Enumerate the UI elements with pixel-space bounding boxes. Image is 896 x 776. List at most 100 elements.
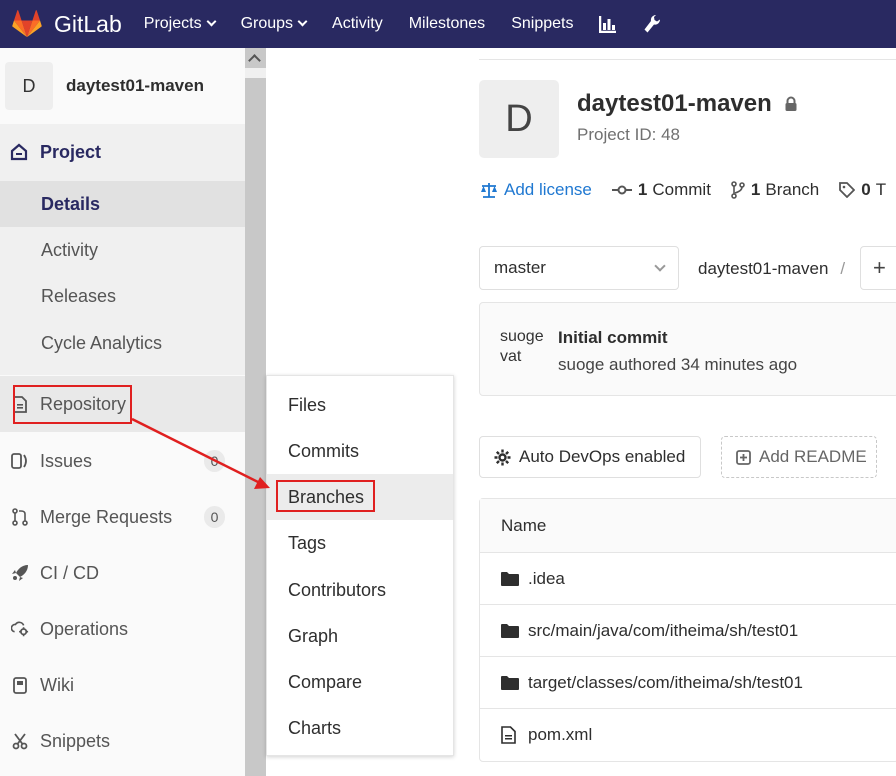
project-id: Project ID: 48: [577, 125, 680, 144]
merge-request-icon: [11, 508, 29, 526]
folder-icon: [501, 623, 519, 638]
repository-flyout-menu: Files Commits Branches Tags Contributors…: [266, 375, 454, 756]
sidebar-item-label: Operations: [40, 618, 129, 639]
file-table-header: Name: [480, 499, 896, 553]
tags-count: 0: [861, 180, 871, 199]
sidebar-item-operations[interactable]: Operations: [0, 601, 245, 657]
chevron-down-icon: [297, 16, 308, 27]
flyout-item-compare[interactable]: Compare: [267, 659, 453, 705]
add-file-button[interactable]: +: [860, 246, 896, 290]
column-name: Name: [501, 515, 547, 535]
project-title: daytest01-maven: [577, 90, 772, 117]
sidebar-item-label: Issues: [40, 450, 93, 471]
nav-snippets[interactable]: Snippets: [511, 15, 573, 33]
sidebar-subitem-releases[interactable]: Releases: [0, 273, 245, 319]
project-avatar: D: [479, 80, 559, 158]
folder-icon: [501, 571, 519, 586]
breadcrumb-separator: /: [840, 259, 846, 278]
add-license-link[interactable]: Add license: [480, 180, 592, 200]
sidebar-subitem-details[interactable]: Details: [0, 181, 245, 227]
table-row[interactable]: pom.xml: [480, 709, 896, 761]
sidebar-subitem-activity[interactable]: Activity: [0, 227, 245, 273]
rocket-icon: [11, 564, 29, 582]
nav-milestones[interactable]: Milestones: [409, 15, 485, 33]
add-readme-label: Add README: [759, 447, 867, 466]
commits-link[interactable]: 1 Commit: [611, 180, 711, 200]
file-name: src/main/java/com/itheima/sh/test01: [528, 620, 799, 640]
nav-activity-label: Activity: [332, 15, 383, 32]
table-row[interactable]: target/classes/com/itheima/sh/test01: [480, 657, 896, 709]
nav-projects[interactable]: Projects: [143, 15, 217, 33]
cloud-gear-icon: [11, 620, 29, 638]
flyout-item-tags[interactable]: Tags: [267, 520, 453, 566]
tag-icon: [839, 182, 856, 198]
flyout-item-charts[interactable]: Charts: [267, 705, 453, 751]
table-row[interactable]: .idea: [480, 553, 896, 605]
sidebar-project-header[interactable]: D daytest01-maven: [0, 48, 245, 124]
add-readme-button[interactable]: Add README: [721, 436, 877, 478]
file-name: pom.xml: [528, 725, 593, 744]
branch-selector[interactable]: master: [479, 246, 679, 290]
tags-link[interactable]: 0T: [839, 180, 886, 200]
sidebar-scrollbar[interactable]: [245, 48, 266, 776]
commit-meta: suoge authored 34 minutes ago: [558, 355, 798, 374]
commits-count: 1: [637, 180, 648, 199]
auto-devops-button[interactable]: Auto DevOps enabled: [479, 436, 701, 478]
nav-milestones-label: Milestones: [408, 15, 486, 32]
file-icon: [501, 726, 519, 744]
nav-projects-label: Projects: [143, 15, 202, 32]
tags-label: T: [875, 180, 887, 199]
page-title: daytest01-maven: [577, 90, 798, 118]
sidebar-item-ci-cd[interactable]: CI / CD: [0, 545, 245, 601]
brand-name: GitLab: [54, 10, 122, 37]
add-license-label: Add license: [504, 180, 592, 199]
flyout-item-graph[interactable]: Graph: [267, 613, 453, 659]
breadcrumb: daytest01-maven /: [698, 259, 845, 279]
count-badge: 0: [204, 506, 225, 528]
file-name: target/classes/com/itheima/sh/test01: [528, 672, 803, 692]
book-icon: [11, 676, 29, 694]
sidebar-subitem-cycle-analytics[interactable]: Cycle Analytics: [0, 320, 245, 366]
branches-link[interactable]: 1 Branch: [731, 180, 819, 200]
nav-groups[interactable]: Groups: [241, 15, 308, 33]
scissors-icon: [11, 732, 29, 750]
sidebar-item-label: Snippets: [40, 730, 111, 751]
gitlab-logo[interactable]: GitLab: [12, 10, 144, 38]
chart-icon[interactable]: [599, 15, 617, 33]
chevron-down-icon: [206, 16, 217, 27]
sidebar-item-issues[interactable]: Issues 0: [0, 433, 245, 489]
file-table: Name .idea src/main/java/com/itheima/sh/…: [479, 498, 896, 762]
commit-title[interactable]: Initial commit: [558, 328, 668, 348]
divider: [479, 59, 896, 60]
flyout-item-files[interactable]: Files: [267, 382, 453, 428]
sidebar-item-wiki[interactable]: Wiki: [0, 657, 245, 713]
commit-icon: [611, 185, 632, 195]
sidebar-item-label: CI / CD: [40, 562, 100, 583]
flyout-item-commits[interactable]: Commits: [267, 428, 453, 474]
branches-label: Branch: [765, 180, 820, 199]
annotation-highlight-branches: [276, 480, 375, 512]
sidebar-item-merge-requests[interactable]: Merge Requests 0: [0, 489, 245, 545]
home-icon: [10, 143, 28, 161]
annotation-highlight-repository: [13, 385, 132, 424]
commit-author-avatar: suoge vat: [500, 328, 544, 365]
sidebar-project-name: daytest01-maven: [66, 76, 204, 95]
wrench-icon[interactable]: [643, 14, 661, 34]
branch-icon: [731, 181, 745, 199]
sidebar-item-label: Wiki: [40, 674, 74, 695]
sidebar-item-label: Merge Requests: [40, 506, 173, 527]
table-row[interactable]: src/main/java/com/itheima/sh/test01: [480, 605, 896, 657]
chevron-up-icon[interactable]: [248, 54, 261, 67]
sidebar-item-snippets[interactable]: Snippets: [0, 713, 245, 769]
sidebar-item-project[interactable]: Project: [0, 124, 245, 180]
project-stats: Add license 1 Commit 1 Branch 0T: [480, 178, 896, 202]
branch-name: master: [494, 258, 546, 277]
flyout-item-contributors[interactable]: Contributors: [267, 567, 453, 613]
gear-icon: [494, 449, 511, 465]
scale-icon: [481, 183, 497, 198]
plus-square-icon: [736, 449, 751, 465]
nav-activity[interactable]: Activity: [332, 15, 383, 33]
gitlab-fox-icon: [12, 10, 42, 38]
breadcrumb-root[interactable]: daytest01-maven: [698, 259, 828, 278]
folder-icon: [501, 675, 519, 690]
